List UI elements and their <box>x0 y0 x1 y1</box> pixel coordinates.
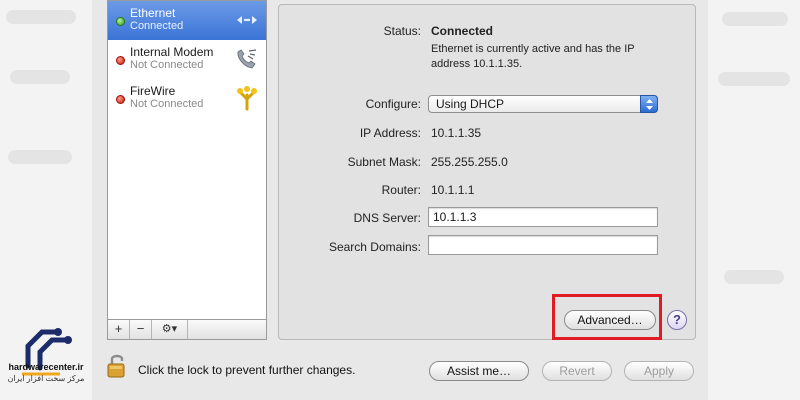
revert-button[interactable]: Revert <box>542 361 612 381</box>
status-value: Connected <box>431 24 494 38</box>
service-name: FireWire <box>130 84 176 98</box>
blurred-shape <box>722 12 788 26</box>
blurred-shape <box>724 270 784 284</box>
action-menu-button[interactable]: ⚙▾ <box>152 320 188 339</box>
watermark-tagline: مرکز سخت افزار ایران <box>7 374 85 383</box>
remove-service-button[interactable]: − <box>130 320 152 339</box>
lock-message: Click the lock to prevent further change… <box>138 363 356 377</box>
add-service-button[interactable]: + <box>108 320 130 339</box>
dns-server-label: DNS Server: <box>353 211 421 225</box>
configure-selected-value: Using DHCP <box>436 97 505 111</box>
network-service-list: Ethernet Connected Internal Modem Not Co… <box>107 0 267 320</box>
backdrop-right <box>708 0 800 400</box>
service-item-firewire[interactable]: FireWire Not Connected <box>108 79 266 118</box>
service-item-internal-modem[interactable]: Internal Modem Not Connected <box>108 40 266 79</box>
status-label: Status: <box>383 24 421 38</box>
not-connected-status-icon <box>116 56 125 65</box>
service-list-toolbar: + − ⚙▾ <box>107 320 267 340</box>
router-value: 10.1.1.1 <box>431 183 475 197</box>
ip-address-label: IP Address: <box>359 126 421 140</box>
service-status: Connected <box>130 20 184 32</box>
watermark-brand: hardwarecenter.ir <box>8 362 84 372</box>
advanced-button[interactable]: Advanced… <box>564 310 656 330</box>
service-detail-panel: Status: Connected Ethernet is currently … <box>278 4 696 340</box>
service-name: Internal Modem <box>130 45 214 59</box>
subnet-mask-label: Subnet Mask: <box>347 155 421 169</box>
search-domains-label: Search Domains: <box>328 240 421 254</box>
status-description: Ethernet is currently active and has the… <box>431 43 635 70</box>
blurred-shape <box>8 150 72 164</box>
select-arrows-icon <box>640 95 658 113</box>
apply-button[interactable]: Apply <box>624 361 694 381</box>
lock-icon[interactable] <box>106 352 128 378</box>
not-connected-status-icon <box>116 95 125 104</box>
blurred-shape <box>718 72 790 86</box>
dns-server-field[interactable]: 10.1.1.3 <box>428 207 658 227</box>
help-button[interactable]: ? <box>667 310 687 330</box>
service-name: Ethernet <box>130 6 176 20</box>
blurred-shape <box>6 10 76 24</box>
ip-address-value: 10.1.1.35 <box>431 126 482 140</box>
firewire-trident-icon <box>237 86 257 111</box>
router-label: Router: <box>381 183 421 197</box>
ethernet-arrows-icon <box>237 16 257 24</box>
service-status: Not Connected <box>130 98 204 110</box>
subnet-mask-value: 255.255.255.0 <box>431 155 508 169</box>
service-item-ethernet[interactable]: Ethernet Connected <box>108 1 266 40</box>
network-preferences-window: Ethernet Connected Internal Modem Not Co… <box>92 0 708 400</box>
assist-me-button[interactable]: Assist me… <box>429 361 529 381</box>
configure-label: Configure: <box>365 97 421 111</box>
connected-status-icon <box>116 17 125 26</box>
search-domains-field[interactable] <box>428 235 658 255</box>
phone-modem-icon <box>237 49 257 69</box>
blurred-shape <box>10 70 70 84</box>
configure-select[interactable]: Using DHCP <box>428 95 658 113</box>
service-status: Not Connected <box>130 59 204 71</box>
